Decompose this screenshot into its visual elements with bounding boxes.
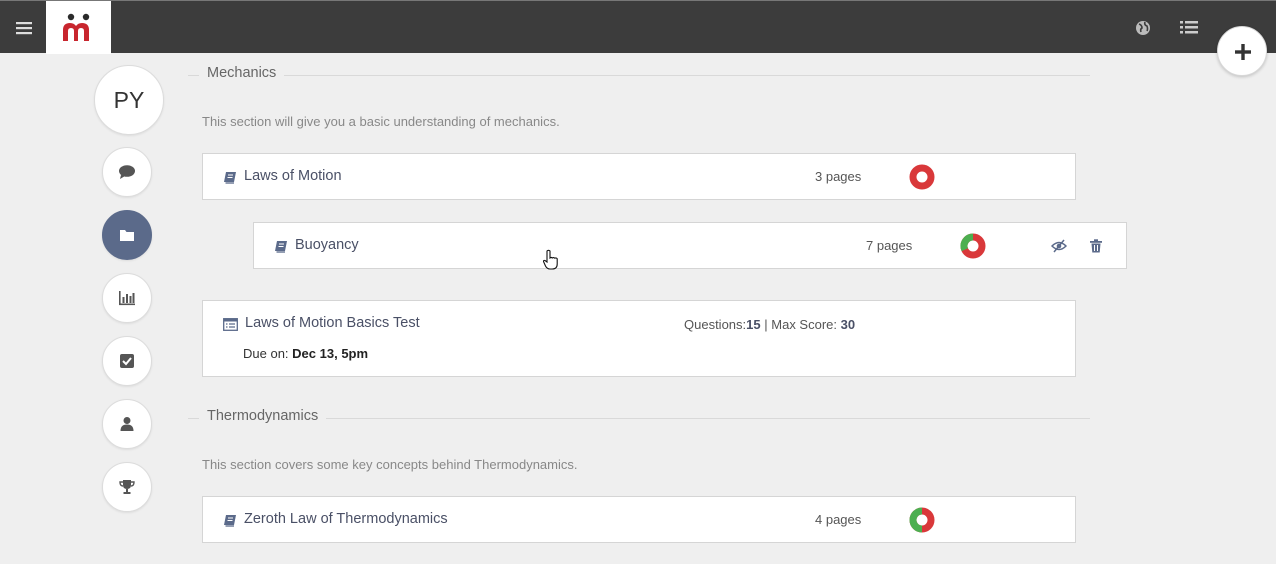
top-bar [0,0,1276,54]
trash-icon[interactable] [1088,238,1104,254]
hide-icon[interactable] [1051,238,1067,254]
stats-separator: | [764,317,768,332]
plus-icon [1235,44,1251,60]
hand-cursor-icon [542,249,558,270]
sidebar-item-content[interactable] [102,210,152,260]
due-label: Due on: [243,346,289,361]
sidebar-item-achievements[interactable] [102,462,152,512]
page-count: 4 pages [815,512,862,527]
test-stats: Questions:15 | Max Score: 30 [684,317,855,332]
checkbox-icon [120,354,134,368]
section-title: Thermodynamics [199,408,327,424]
section-header: Mechanics [188,65,1090,85]
book-icon [224,515,236,527]
due-value: Dec 13, 5pm [292,346,369,361]
chapter-card[interactable]: Laws of Motion 3 pages [202,153,1076,200]
test-title: Laws of Motion Basics Test [245,315,420,331]
sidebar-item-members[interactable] [102,399,152,449]
page-count: 3 pages [815,169,862,184]
folder-icon [120,230,134,241]
due-date: Due on: Dec 13, 5pm [243,346,368,361]
section-divider [188,75,1090,76]
book-icon [224,172,236,184]
chapter-title: Laws of Motion [244,168,342,184]
globe-icon[interactable] [1133,18,1153,38]
test-card[interactable]: Laws of Motion Basics Test Questions:15 … [202,300,1076,377]
sidebar-item-reports[interactable] [102,273,152,323]
app-logo[interactable] [46,1,111,54]
section-title: Mechanics [199,65,285,81]
section-description: This section covers some key concepts be… [202,457,578,472]
questions-label: Questions: [684,317,747,332]
sidebar-item-discussion[interactable] [102,147,152,197]
progress-donut [960,233,986,259]
app-logo-icon [63,13,90,41]
progress-donut [909,507,935,533]
page-count: 7 pages [866,238,913,253]
chapter-card[interactable]: Buoyancy 7 pages [253,222,1127,269]
comment-icon [119,165,135,179]
section-header: Thermodynamics [188,408,1090,428]
trophy-icon [119,480,135,494]
max-score-value: 30 [840,317,856,332]
list-view-icon[interactable] [1178,18,1200,38]
sidebar-item-assignments[interactable] [102,336,152,386]
section-description: This section will give you a basic under… [202,114,560,129]
bar-chart-icon [119,291,135,306]
add-button[interactable] [1217,26,1267,76]
hamburger-menu-icon[interactable] [10,16,38,40]
max-score-label: Max Score: [771,317,838,332]
user-icon [120,417,134,431]
chapter-title: Zeroth Law of Thermodynamics [244,511,448,527]
chapter-card[interactable]: Zeroth Law of Thermodynamics 4 pages [202,496,1076,543]
test-icon [223,318,238,331]
book-icon [275,241,287,253]
progress-donut [909,164,935,190]
avatar[interactable]: PY [94,65,164,135]
chapter-title: Buoyancy [295,237,359,253]
questions-count: 15 [746,317,761,332]
